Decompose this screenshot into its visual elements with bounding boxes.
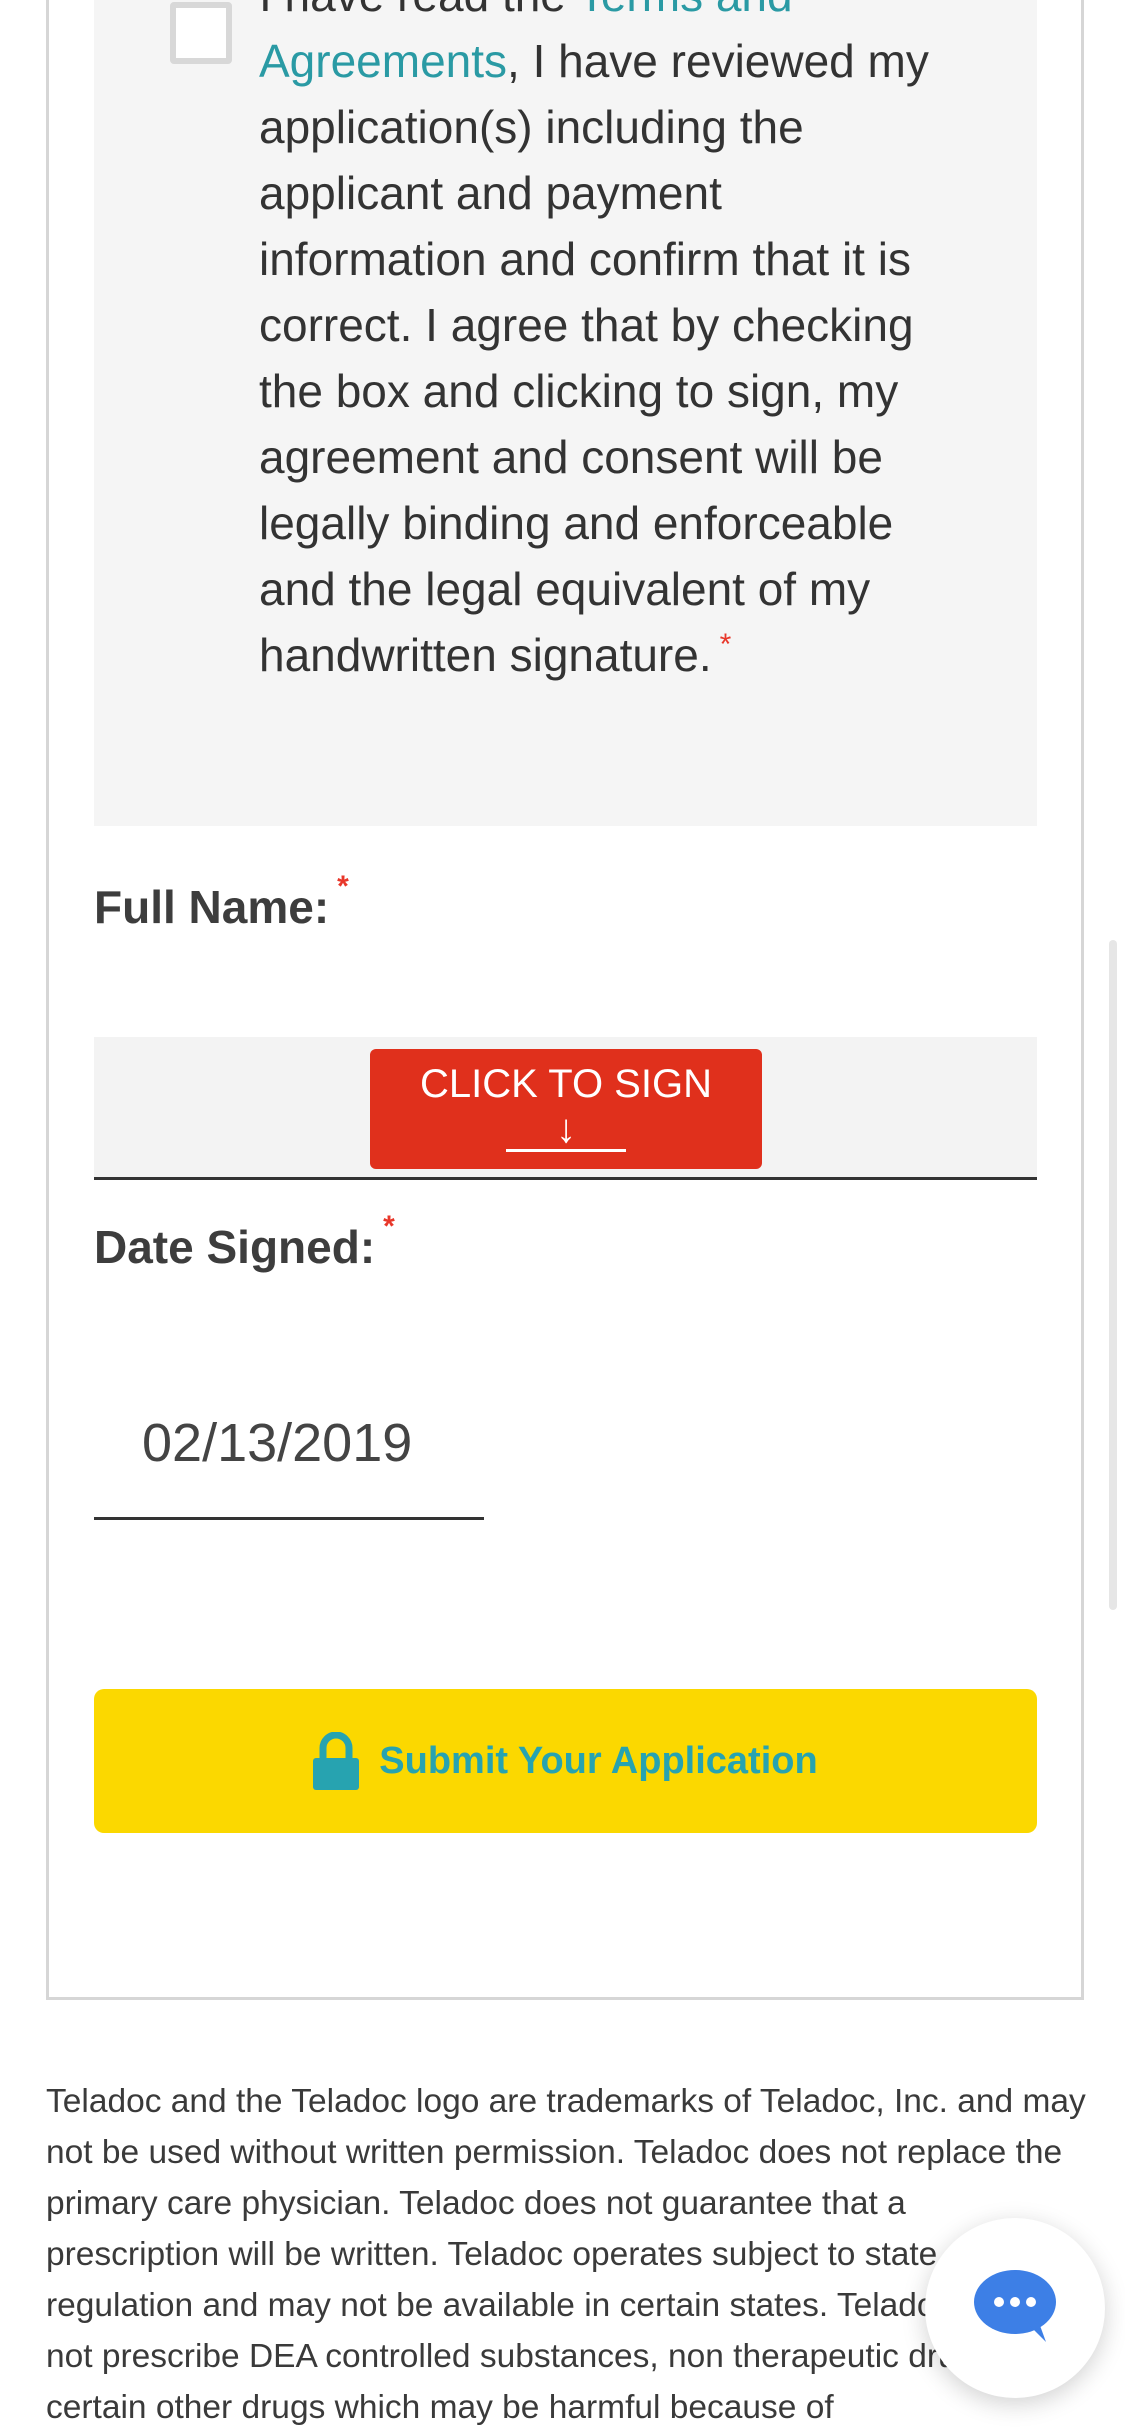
agreement-body: , I have reviewed my application(s) incl…: [259, 35, 929, 681]
required-mark: *: [719, 628, 732, 661]
legal-disclaimer: Teladoc and the Teladoc logo are tradema…: [46, 2083, 1086, 2426]
date-signed-label: Date Signed: *: [94, 1210, 395, 1274]
lock-icon: [313, 1731, 360, 1790]
arrow-down-icon: ↓: [556, 1107, 576, 1151]
required-mark: *: [337, 870, 349, 903]
agreement-prefix: I have read the: [259, 0, 578, 21]
required-mark: *: [383, 1210, 395, 1243]
date-signed-value: 02/13/2019: [142, 1413, 413, 1473]
submit-label: Submit Your Application: [379, 1739, 818, 1782]
full-name-label: Full Name: *: [94, 870, 349, 934]
sign-button-label: CLICK TO SIGN: [420, 1062, 712, 1106]
underline-decoration: [506, 1149, 626, 1152]
agreement-text: I have read the Terms and Agreements, I …: [259, 0, 939, 688]
submit-application-button[interactable]: Submit Your Application: [94, 1689, 1037, 1833]
date-signed-label-text: Date Signed:: [94, 1221, 376, 1273]
chat-button[interactable]: [925, 2218, 1105, 2398]
full-name-label-text: Full Name:: [94, 881, 330, 933]
date-underline: [94, 1517, 484, 1520]
click-to-sign-button[interactable]: CLICK TO SIGN ↓: [370, 1049, 762, 1169]
scrollbar[interactable]: [1109, 940, 1117, 1610]
agreement-checkbox[interactable]: [170, 2, 232, 64]
chat-bubble-icon: [972, 2268, 1058, 2349]
